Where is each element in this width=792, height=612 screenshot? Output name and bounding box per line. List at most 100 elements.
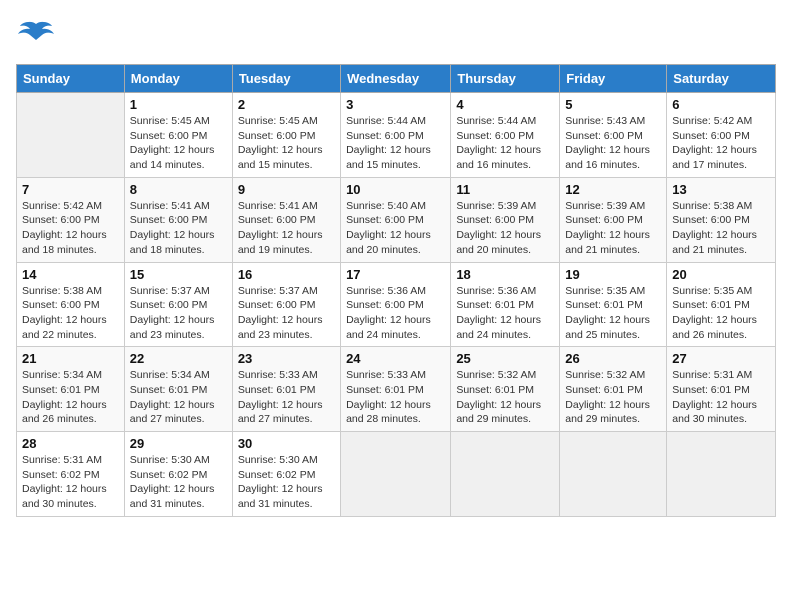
calendar-cell: [341, 432, 451, 517]
day-number: 27: [672, 351, 770, 366]
calendar-cell: 26 Sunrise: 5:32 AM Sunset: 6:01 PM Dayli…: [560, 347, 667, 432]
day-info: Sunrise: 5:34 AM Sunset: 6:01 PM Dayligh…: [130, 368, 227, 427]
day-number: 12: [565, 182, 661, 197]
day-number: 17: [346, 267, 445, 282]
day-number: 13: [672, 182, 770, 197]
day-info: Sunrise: 5:30 AM Sunset: 6:02 PM Dayligh…: [130, 453, 227, 512]
day-number: 5: [565, 97, 661, 112]
day-info: Sunrise: 5:41 AM Sunset: 6:00 PM Dayligh…: [130, 199, 227, 258]
calendar-cell: 23 Sunrise: 5:33 AM Sunset: 6:01 PM Dayli…: [232, 347, 340, 432]
calendar-cell: 20 Sunrise: 5:35 AM Sunset: 6:01 PM Dayli…: [667, 262, 776, 347]
calendar-cell: 24 Sunrise: 5:33 AM Sunset: 6:01 PM Dayli…: [341, 347, 451, 432]
calendar-cell: 18Sunrise: 5:36 AM Sunset: 6:01 PM Dayli…: [451, 262, 560, 347]
day-number: 20: [672, 267, 770, 282]
day-info: Sunrise: 5:33 AM Sunset: 6:01 PM Dayligh…: [238, 368, 335, 427]
day-number: 19: [565, 267, 661, 282]
calendar-cell: 9 Sunrise: 5:41 AM Sunset: 6:00 PM Daylig…: [232, 177, 340, 262]
day-number: 24: [346, 351, 445, 366]
day-info: Sunrise: 5:30 AM Sunset: 6:02 PM Dayligh…: [238, 453, 335, 512]
calendar-cell: 25Sunrise: 5:32 AM Sunset: 6:01 PM Dayli…: [451, 347, 560, 432]
day-info: Sunrise: 5:33 AM Sunset: 6:01 PM Dayligh…: [346, 368, 445, 427]
day-info: Sunrise: 5:42 AM Sunset: 6:00 PM Dayligh…: [22, 199, 119, 258]
day-info: Sunrise: 5:45 AM Sunset: 6:00 PM Dayligh…: [130, 114, 227, 173]
calendar-cell: 11Sunrise: 5:39 AM Sunset: 6:00 PM Dayli…: [451, 177, 560, 262]
day-info: Sunrise: 5:39 AM Sunset: 6:00 PM Dayligh…: [565, 199, 661, 258]
day-info: Sunrise: 5:34 AM Sunset: 6:01 PM Dayligh…: [22, 368, 119, 427]
day-info: Sunrise: 5:41 AM Sunset: 6:00 PM Dayligh…: [238, 199, 335, 258]
day-info: Sunrise: 5:40 AM Sunset: 6:00 PM Dayligh…: [346, 199, 445, 258]
day-number: 8: [130, 182, 227, 197]
calendar-cell: 27 Sunrise: 5:31 AM Sunset: 6:01 PM Dayli…: [667, 347, 776, 432]
calendar-cell: 16 Sunrise: 5:37 AM Sunset: 6:00 PM Dayli…: [232, 262, 340, 347]
calendar-cell: [560, 432, 667, 517]
calendar-cell: 12 Sunrise: 5:39 AM Sunset: 6:00 PM Dayli…: [560, 177, 667, 262]
day-info: Sunrise: 5:36 AM Sunset: 6:00 PM Dayligh…: [346, 284, 445, 343]
calendar-cell: 29 Sunrise: 5:30 AM Sunset: 6:02 PM Dayli…: [124, 432, 232, 517]
header-day-friday: Friday: [560, 65, 667, 93]
week-row-1: 1 Sunrise: 5:45 AM Sunset: 6:00 PM Daylig…: [17, 93, 776, 178]
day-number: 28: [22, 436, 119, 451]
calendar-cell: 17 Sunrise: 5:36 AM Sunset: 6:00 PM Dayli…: [341, 262, 451, 347]
page-header: [16, 16, 776, 56]
day-number: 3: [346, 97, 445, 112]
calendar-cell: 22 Sunrise: 5:34 AM Sunset: 6:01 PM Dayli…: [124, 347, 232, 432]
header-day-monday: Monday: [124, 65, 232, 93]
day-info: Sunrise: 5:35 AM Sunset: 6:01 PM Dayligh…: [672, 284, 770, 343]
calendar-cell: 8 Sunrise: 5:41 AM Sunset: 6:00 PM Daylig…: [124, 177, 232, 262]
day-info: Sunrise: 5:38 AM Sunset: 6:00 PM Dayligh…: [672, 199, 770, 258]
day-info: Sunrise: 5:31 AM Sunset: 6:01 PM Dayligh…: [672, 368, 770, 427]
calendar-cell: 15 Sunrise: 5:37 AM Sunset: 6:00 PM Dayli…: [124, 262, 232, 347]
calendar-table: SundayMondayTuesdayWednesdayThursdayFrid…: [16, 64, 776, 517]
calendar-cell: 5Sunrise: 5:43 AM Sunset: 6:00 PM Daylig…: [560, 93, 667, 178]
day-info: Sunrise: 5:44 AM Sunset: 6:00 PM Dayligh…: [346, 114, 445, 173]
calendar-cell: 13 Sunrise: 5:38 AM Sunset: 6:00 PM Dayli…: [667, 177, 776, 262]
day-number: 22: [130, 351, 227, 366]
calendar-cell: 14Sunrise: 5:38 AM Sunset: 6:00 PM Dayli…: [17, 262, 125, 347]
day-info: Sunrise: 5:36 AM Sunset: 6:01 PM Dayligh…: [456, 284, 554, 343]
calendar-cell: [451, 432, 560, 517]
day-number: 1: [130, 97, 227, 112]
calendar-cell: [17, 93, 125, 178]
day-info: Sunrise: 5:32 AM Sunset: 6:01 PM Dayligh…: [565, 368, 661, 427]
calendar-cell: 19 Sunrise: 5:35 AM Sunset: 6:01 PM Dayli…: [560, 262, 667, 347]
header-row: SundayMondayTuesdayWednesdayThursdayFrid…: [17, 65, 776, 93]
day-number: 21: [22, 351, 119, 366]
day-number: 7: [22, 182, 119, 197]
day-info: Sunrise: 5:45 AM Sunset: 6:00 PM Dayligh…: [238, 114, 335, 173]
header-day-wednesday: Wednesday: [341, 65, 451, 93]
calendar-cell: 2Sunrise: 5:45 AM Sunset: 6:00 PM Daylig…: [232, 93, 340, 178]
calendar-cell: [667, 432, 776, 517]
calendar-cell: 30Sunrise: 5:30 AM Sunset: 6:02 PM Dayli…: [232, 432, 340, 517]
day-number: 29: [130, 436, 227, 451]
day-number: 6: [672, 97, 770, 112]
day-number: 10: [346, 182, 445, 197]
week-row-2: 7 Sunrise: 5:42 AM Sunset: 6:00 PM Daylig…: [17, 177, 776, 262]
calendar-cell: 28 Sunrise: 5:31 AM Sunset: 6:02 PM Dayli…: [17, 432, 125, 517]
day-number: 25: [456, 351, 554, 366]
week-row-4: 21 Sunrise: 5:34 AM Sunset: 6:01 PM Dayli…: [17, 347, 776, 432]
day-number: 23: [238, 351, 335, 366]
day-info: Sunrise: 5:37 AM Sunset: 6:00 PM Dayligh…: [130, 284, 227, 343]
day-number: 4: [456, 97, 554, 112]
calendar-cell: 7 Sunrise: 5:42 AM Sunset: 6:00 PM Daylig…: [17, 177, 125, 262]
calendar-cell: 3 Sunrise: 5:44 AM Sunset: 6:00 PM Daylig…: [341, 93, 451, 178]
header-day-tuesday: Tuesday: [232, 65, 340, 93]
header-day-sunday: Sunday: [17, 65, 125, 93]
calendar-cell: 21 Sunrise: 5:34 AM Sunset: 6:01 PM Dayli…: [17, 347, 125, 432]
day-number: 15: [130, 267, 227, 282]
logo-icon: [16, 16, 56, 56]
day-number: 9: [238, 182, 335, 197]
day-info: Sunrise: 5:39 AM Sunset: 6:00 PM Dayligh…: [456, 199, 554, 258]
day-info: Sunrise: 5:37 AM Sunset: 6:00 PM Dayligh…: [238, 284, 335, 343]
day-number: 14: [22, 267, 119, 282]
header-day-thursday: Thursday: [451, 65, 560, 93]
day-info: Sunrise: 5:42 AM Sunset: 6:00 PM Dayligh…: [672, 114, 770, 173]
day-info: Sunrise: 5:31 AM Sunset: 6:02 PM Dayligh…: [22, 453, 119, 512]
day-number: 26: [565, 351, 661, 366]
calendar-body: 1 Sunrise: 5:45 AM Sunset: 6:00 PM Daylig…: [17, 93, 776, 517]
day-number: 16: [238, 267, 335, 282]
day-info: Sunrise: 5:35 AM Sunset: 6:01 PM Dayligh…: [565, 284, 661, 343]
calendar-header: SundayMondayTuesdayWednesdayThursdayFrid…: [17, 65, 776, 93]
calendar-cell: 10 Sunrise: 5:40 AM Sunset: 6:00 PM Dayli…: [341, 177, 451, 262]
day-info: Sunrise: 5:44 AM Sunset: 6:00 PM Dayligh…: [456, 114, 554, 173]
